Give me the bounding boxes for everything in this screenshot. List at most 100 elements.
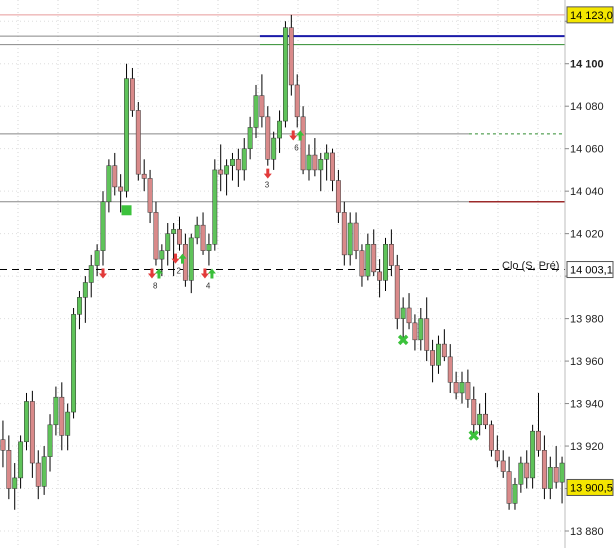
candle	[359, 244, 365, 287]
sell-arrow-icon	[171, 253, 180, 264]
candle	[312, 138, 318, 177]
candle	[171, 223, 177, 277]
candle-body-down	[441, 343, 447, 358]
annotation-layer: Clo (S, Pré)	[502, 260, 559, 272]
candle-body-down	[388, 244, 394, 266]
candle-body-down	[553, 467, 559, 483]
candle	[94, 244, 100, 277]
signal-layer: 8 2 4 3 6	[98, 130, 480, 441]
candle	[412, 314, 418, 351]
candle	[465, 369, 471, 408]
y-tick-label: 14 100	[570, 59, 604, 71]
signal-label: 4	[206, 282, 211, 291]
candle-body-up	[365, 244, 371, 277]
candle-body-up	[100, 201, 106, 251]
candle	[471, 386, 477, 436]
candle-body-up	[206, 244, 212, 251]
candle	[518, 456, 524, 493]
price-label: 13 900,5	[566, 478, 614, 496]
trade-signal: 8	[147, 268, 163, 291]
y-tick-label: 14 040	[570, 186, 604, 198]
candle-body-up	[47, 424, 53, 457]
candle	[147, 169, 153, 224]
candle-body-down	[359, 250, 365, 277]
candle	[324, 144, 330, 181]
candle-body-down	[141, 173, 147, 179]
candle-body-up	[400, 307, 406, 319]
candle-body-down	[235, 159, 241, 171]
candle	[124, 63, 129, 198]
candle	[41, 446, 47, 495]
candle-body-up	[512, 484, 518, 504]
candle-body-up	[171, 229, 177, 234]
candle	[265, 106, 271, 166]
y-tick-label: 13 940	[570, 399, 604, 411]
candle-body-down	[447, 356, 453, 383]
candle-body-down	[35, 462, 41, 487]
candle	[306, 144, 312, 181]
candle-body-up	[241, 148, 247, 171]
candle	[418, 307, 424, 351]
candle-body-down	[300, 116, 306, 171]
candle-body-down	[118, 186, 124, 192]
candle-body-up	[253, 95, 259, 128]
price-chart[interactable]: 8 2 4 3 6 13 880 13 920 13 940 13 960 13 980 14 0…	[0, 0, 615, 548]
candle	[165, 223, 171, 266]
candle-body-up	[347, 222, 353, 256]
candle-body-up	[530, 430, 536, 479]
candle	[477, 403, 483, 436]
candle	[71, 307, 77, 419]
candle-body-up	[477, 413, 483, 426]
candle	[230, 152, 235, 181]
candle	[371, 229, 377, 277]
candle-body-down	[524, 462, 530, 479]
candle-body-up	[124, 78, 129, 192]
candle-body-down	[259, 95, 265, 118]
candle-body-down	[377, 271, 383, 281]
candle-body-up	[230, 159, 235, 166]
candle-body-down	[200, 224, 206, 251]
candle-body-down	[500, 460, 506, 472]
candle	[271, 131, 277, 170]
candle-body-up	[41, 456, 47, 487]
candle	[318, 152, 324, 192]
candle-body-up	[194, 224, 200, 239]
candle-body-up	[71, 314, 77, 413]
candle	[559, 456, 565, 504]
signal-label: 2	[177, 267, 182, 276]
candle-body-up	[224, 165, 230, 175]
candle	[441, 329, 447, 362]
candle	[330, 148, 335, 192]
candle	[347, 212, 353, 266]
signal-label: 3	[265, 181, 270, 190]
grid-layer	[0, 0, 565, 548]
candle	[112, 152, 118, 196]
candle-body-up	[459, 382, 465, 394]
candle-body-up	[212, 169, 218, 245]
candle	[100, 191, 106, 266]
candle	[6, 435, 12, 500]
close-annotation: Clo (S, Pré)	[502, 260, 559, 272]
candle-body-down	[424, 318, 430, 351]
candle-body-up	[324, 152, 330, 160]
candle	[500, 450, 506, 478]
candle-body-down	[488, 424, 494, 451]
candle-body-down	[0, 439, 6, 451]
candle-body-up	[436, 343, 441, 366]
candle-body-down	[430, 350, 436, 366]
candle	[247, 116, 253, 160]
candle-body-up	[65, 411, 71, 436]
candle	[424, 297, 430, 362]
price-label-text: 14 123,0	[570, 10, 613, 22]
candle-body-down	[353, 222, 359, 251]
candle-body-up	[306, 154, 312, 171]
candle-body-down	[59, 396, 65, 436]
candle	[47, 414, 53, 472]
candle	[365, 233, 371, 281]
candle	[430, 339, 436, 383]
candle	[59, 382, 65, 451]
candle	[436, 335, 441, 374]
y-tick-label: 14 080	[570, 101, 604, 113]
candle-body-up	[188, 237, 194, 281]
candle	[488, 420, 494, 457]
